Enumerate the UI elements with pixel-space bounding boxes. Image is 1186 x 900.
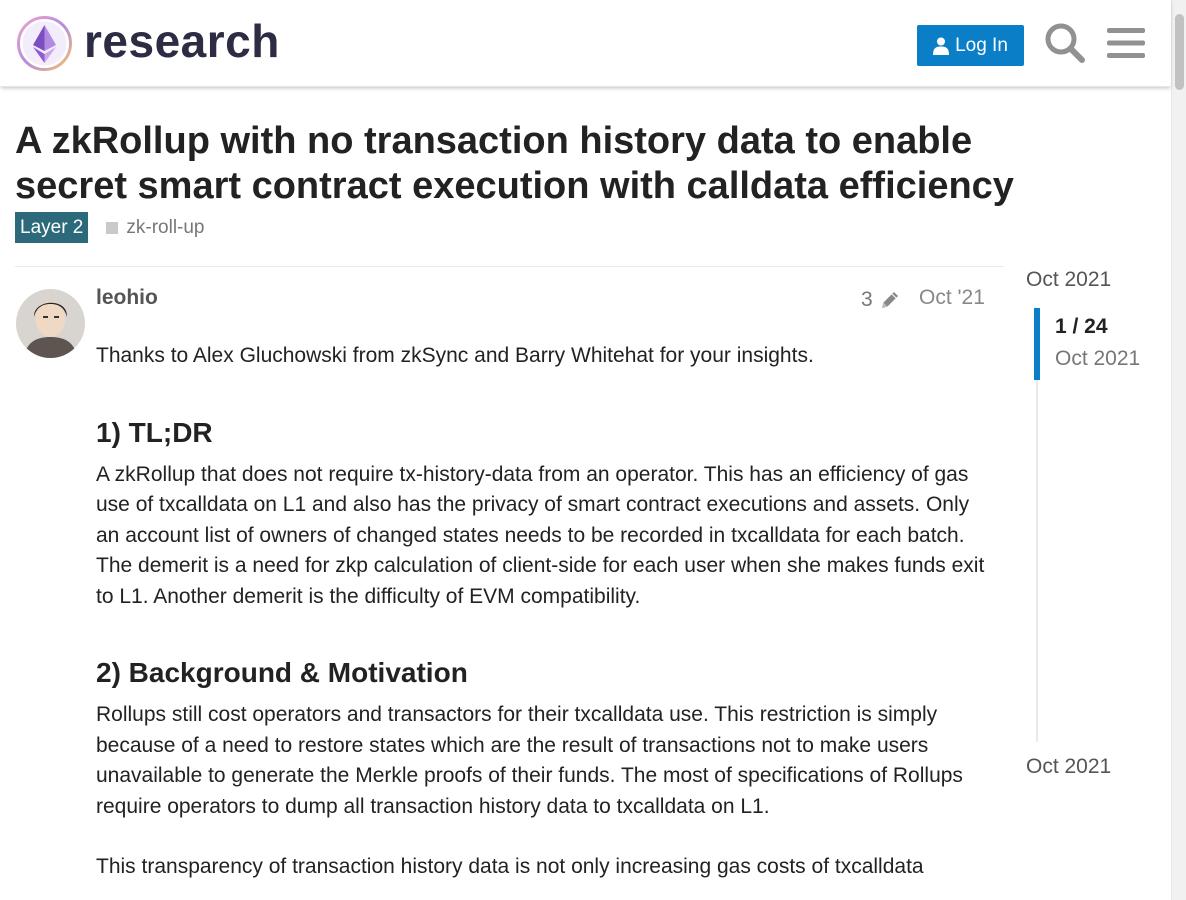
log-in-button[interactable]: Log In	[917, 25, 1024, 66]
post-acknowledgement: Thanks to Alex Gluchowski from zkSync an…	[96, 344, 814, 367]
timeline-post-counter: 1 / 24	[1055, 315, 1108, 338]
topic-timeline: Oct 2021 1 / 24 Oct 2021 Oct 2021	[1026, 266, 1166, 806]
user-icon	[933, 37, 950, 55]
timeline-end-date[interactable]: Oct 2021	[1026, 755, 1111, 779]
heading-background-motivation: 2) Background & Motivation	[96, 657, 468, 688]
category-badge-layer-2[interactable]: Layer 2	[15, 212, 89, 243]
tldr-paragraph-2: The demerit is a need for zkp calculatio…	[96, 554, 985, 608]
topic-title[interactable]: A zkRollup with no transaction history d…	[15, 119, 1035, 209]
page-scrollbar[interactable]	[1171, 0, 1186, 900]
tag-square-icon	[106, 221, 119, 234]
search-icon	[1045, 23, 1085, 63]
hamburger-menu-icon	[1107, 28, 1145, 58]
user-avatar-photo	[16, 289, 85, 358]
site-header: research Log In	[0, 0, 1171, 87]
tag-zk-roll-up[interactable]: zk-roll-up	[106, 216, 205, 239]
topic-tags: Layer 2 zk-roll-up	[15, 212, 205, 243]
post-date[interactable]: Oct '21	[919, 286, 985, 310]
post-edit-history-button[interactable]: 3	[861, 288, 901, 312]
site-name: research	[84, 15, 280, 67]
timeline-start-date[interactable]: Oct 2021	[1026, 268, 1111, 292]
timeline-scroll-handle[interactable]	[1034, 308, 1040, 380]
tldr-paragraph-1: A zkRollup that does not require tx-hist…	[96, 462, 970, 547]
topic-divider	[15, 266, 1004, 267]
post-body: Thanks to Alex Gluchowski from zkSync an…	[96, 341, 991, 883]
log-in-label: Log In	[955, 34, 1008, 56]
edit-count: 3	[861, 288, 873, 311]
site-logo[interactable]: research	[16, 15, 280, 72]
search-button[interactable]	[1042, 20, 1088, 66]
tag-label: zk-roll-up	[126, 216, 205, 238]
avatar[interactable]	[16, 289, 85, 358]
background-paragraph-1: Rollups still cost operators and transac…	[96, 703, 963, 818]
heading-tldr: 1) TL;DR	[96, 416, 213, 448]
background-paragraph-2: This transparency of transaction history…	[96, 855, 924, 878]
timeline-current-date: Oct 2021	[1055, 347, 1141, 370]
ethereum-research-logo-icon	[17, 16, 72, 71]
pencil-icon	[881, 292, 898, 308]
hamburger-menu-button[interactable]	[1103, 20, 1149, 66]
scrollbar-thumb[interactable]	[1175, 14, 1184, 90]
post-author-username[interactable]: leohio	[96, 286, 158, 310]
